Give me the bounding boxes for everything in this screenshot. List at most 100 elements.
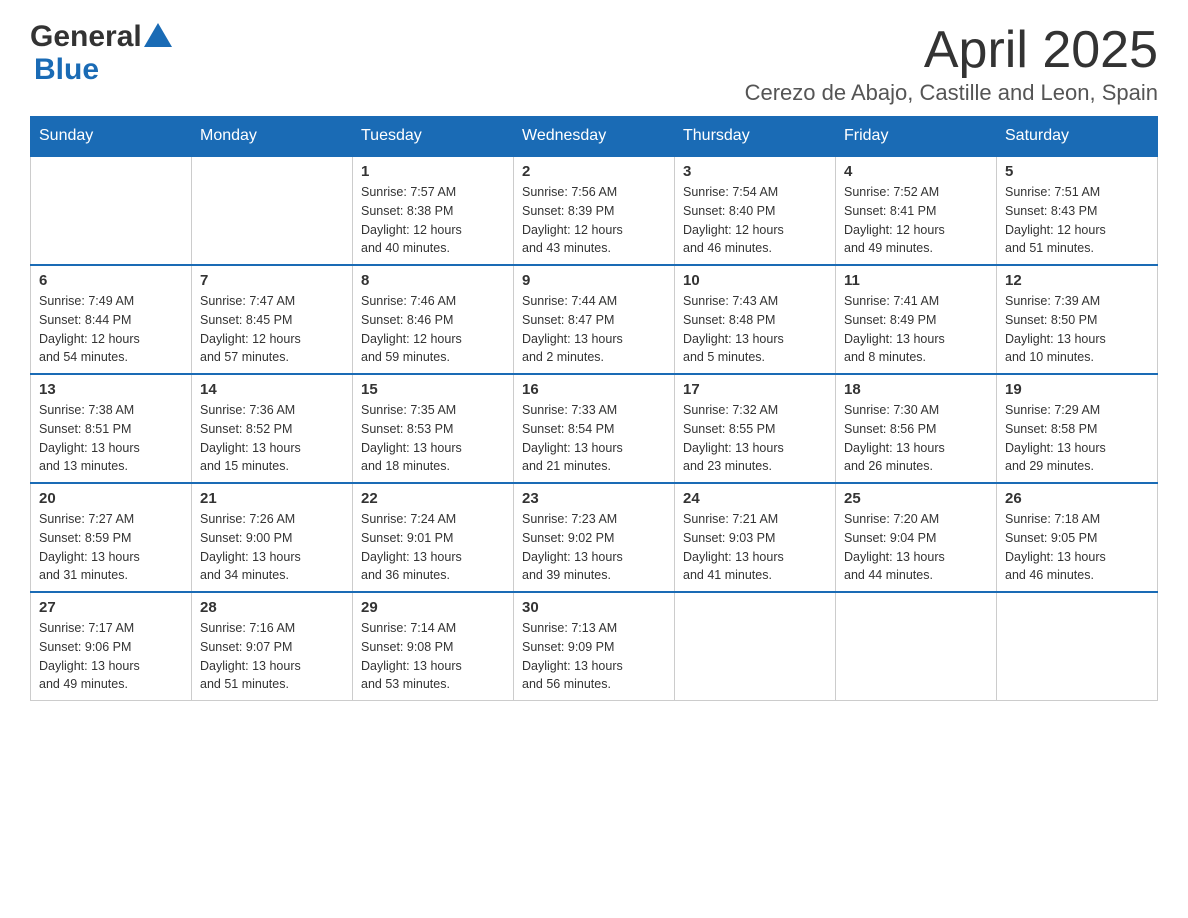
day-number: 16 (522, 381, 666, 398)
week-row-2: 6 Sunrise: 7:49 AM Sunset: 8:44 PM Daylig… (31, 265, 1158, 374)
day-number: 10 (683, 272, 827, 289)
day-number: 9 (522, 272, 666, 289)
day-number: 28 (200, 599, 344, 616)
day-number: 24 (683, 490, 827, 507)
day-info: Sunrise: 7:13 AM Sunset: 9:09 PM Dayligh… (522, 619, 666, 694)
day-info: Sunrise: 7:41 AM Sunset: 8:49 PM Dayligh… (844, 292, 988, 367)
location-title: Cerezo de Abajo, Castille and Leon, Spai… (745, 80, 1158, 106)
day-number: 17 (683, 381, 827, 398)
calendar-cell: 15Sunrise: 7:35 AM Sunset: 8:53 PM Dayli… (353, 374, 514, 483)
day-info: Sunrise: 7:39 AM Sunset: 8:50 PM Dayligh… (1005, 292, 1149, 367)
logo-triangle-icon (142, 21, 174, 53)
day-info: Sunrise: 7:43 AM Sunset: 8:48 PM Dayligh… (683, 292, 827, 367)
day-number: 7 (200, 272, 344, 289)
column-header-monday: Monday (192, 117, 353, 157)
week-row-3: 13 Sunrise: 7:38 AM Sunset: 8:51 PM Dayli… (31, 374, 1158, 483)
calendar-cell: 26 Sunrise: 7:18 AM Sunset: 9:05 PM Dayli… (997, 483, 1158, 592)
calendar-cell: 27 Sunrise: 7:17 AM Sunset: 9:06 PM Dayli… (31, 592, 192, 701)
day-number: 8 (361, 272, 505, 289)
column-header-friday: Friday (836, 117, 997, 157)
calendar-cell: 20 Sunrise: 7:27 AM Sunset: 8:59 PM Dayli… (31, 483, 192, 592)
calendar-cell: 7 Sunrise: 7:47 AM Sunset: 8:45 PM Daylig… (192, 265, 353, 374)
calendar-cell: 2 Sunrise: 7:56 AM Sunset: 8:39 PM Daylig… (514, 156, 675, 265)
day-info: Sunrise: 7:49 AM Sunset: 8:44 PM Dayligh… (39, 292, 183, 367)
day-number: 2 (522, 163, 666, 180)
calendar-cell: 10 Sunrise: 7:43 AM Sunset: 8:48 PM Dayli… (675, 265, 836, 374)
column-header-wednesday: Wednesday (514, 117, 675, 157)
day-info: Sunrise: 7:23 AM Sunset: 9:02 PM Dayligh… (522, 510, 666, 585)
calendar-cell: 11 Sunrise: 7:41 AM Sunset: 8:49 PM Dayli… (836, 265, 997, 374)
day-info: Sunrise: 7:14 AM Sunset: 9:08 PM Dayligh… (361, 619, 505, 694)
day-number: 18 (844, 381, 988, 398)
logo: GeneralBlue (30, 20, 174, 86)
column-header-tuesday: Tuesday (353, 117, 514, 157)
day-info: Sunrise: 7:54 AM Sunset: 8:40 PM Dayligh… (683, 183, 827, 258)
calendar-cell (192, 156, 353, 265)
calendar-cell: 18 Sunrise: 7:30 AM Sunset: 8:56 PM Dayli… (836, 374, 997, 483)
calendar-cell: 12Sunrise: 7:39 AM Sunset: 8:50 PM Dayli… (997, 265, 1158, 374)
day-info: Sunrise: 7:26 AM Sunset: 9:00 PM Dayligh… (200, 510, 344, 585)
day-info: Sunrise: 7:17 AM Sunset: 9:06 PM Dayligh… (39, 619, 183, 694)
day-number: 22 (361, 490, 505, 507)
day-number: 21 (200, 490, 344, 507)
day-number: 23 (522, 490, 666, 507)
title-block: April 2025 Cerezo de Abajo, Castille and… (745, 20, 1158, 106)
page-header: GeneralBlue April 2025 Cerezo de Abajo, … (30, 20, 1158, 106)
day-number: 20 (39, 490, 183, 507)
day-info: Sunrise: 7:27 AM Sunset: 8:59 PM Dayligh… (39, 510, 183, 585)
calendar-cell: 16 Sunrise: 7:33 AM Sunset: 8:54 PM Dayli… (514, 374, 675, 483)
calendar-cell (675, 592, 836, 701)
day-number: 5 (1005, 163, 1149, 180)
day-info: Sunrise: 7:30 AM Sunset: 8:56 PM Dayligh… (844, 401, 988, 476)
day-number: 25 (844, 490, 988, 507)
calendar-cell: 4Sunrise: 7:52 AM Sunset: 8:41 PM Daylig… (836, 156, 997, 265)
day-info: Sunrise: 7:51 AM Sunset: 8:43 PM Dayligh… (1005, 183, 1149, 258)
day-number: 26 (1005, 490, 1149, 507)
day-info: Sunrise: 7:18 AM Sunset: 9:05 PM Dayligh… (1005, 510, 1149, 585)
day-info: Sunrise: 7:44 AM Sunset: 8:47 PM Dayligh… (522, 292, 666, 367)
calendar-cell: 13 Sunrise: 7:38 AM Sunset: 8:51 PM Dayli… (31, 374, 192, 483)
calendar-cell: 14Sunrise: 7:36 AM Sunset: 8:52 PM Dayli… (192, 374, 353, 483)
day-number: 29 (361, 599, 505, 616)
logo-general-text: General (30, 20, 142, 53)
calendar-cell: 21 Sunrise: 7:26 AM Sunset: 9:00 PM Dayli… (192, 483, 353, 592)
logo-blue-text: Blue (30, 53, 99, 86)
calendar-cell: 19 Sunrise: 7:29 AM Sunset: 8:58 PM Dayli… (997, 374, 1158, 483)
day-number: 19 (1005, 381, 1149, 398)
calendar-cell (997, 592, 1158, 701)
calendar-cell (31, 156, 192, 265)
calendar-cell: 9 Sunrise: 7:44 AM Sunset: 8:47 PM Daylig… (514, 265, 675, 374)
calendar-cell: 24 Sunrise: 7:21 AM Sunset: 9:03 PM Dayli… (675, 483, 836, 592)
day-info: Sunrise: 7:33 AM Sunset: 8:54 PM Dayligh… (522, 401, 666, 476)
day-number: 14 (200, 381, 344, 398)
calendar-header-row: SundayMondayTuesdayWednesdayThursdayFrid… (31, 117, 1158, 157)
week-row-5: 27 Sunrise: 7:17 AM Sunset: 9:06 PM Dayli… (31, 592, 1158, 701)
column-header-sunday: Sunday (31, 117, 192, 157)
calendar-cell: 30Sunrise: 7:13 AM Sunset: 9:09 PM Dayli… (514, 592, 675, 701)
day-info: Sunrise: 7:38 AM Sunset: 8:51 PM Dayligh… (39, 401, 183, 476)
calendar-cell: 6 Sunrise: 7:49 AM Sunset: 8:44 PM Daylig… (31, 265, 192, 374)
day-info: Sunrise: 7:16 AM Sunset: 9:07 PM Dayligh… (200, 619, 344, 694)
day-info: Sunrise: 7:56 AM Sunset: 8:39 PM Dayligh… (522, 183, 666, 258)
calendar-cell: 28 Sunrise: 7:16 AM Sunset: 9:07 PM Dayli… (192, 592, 353, 701)
day-info: Sunrise: 7:46 AM Sunset: 8:46 PM Dayligh… (361, 292, 505, 367)
calendar-table: SundayMondayTuesdayWednesdayThursdayFrid… (30, 116, 1158, 701)
day-info: Sunrise: 7:47 AM Sunset: 8:45 PM Dayligh… (200, 292, 344, 367)
calendar-cell: 17Sunrise: 7:32 AM Sunset: 8:55 PM Dayli… (675, 374, 836, 483)
day-info: Sunrise: 7:29 AM Sunset: 8:58 PM Dayligh… (1005, 401, 1149, 476)
calendar-cell: 3 Sunrise: 7:54 AM Sunset: 8:40 PM Daylig… (675, 156, 836, 265)
day-info: Sunrise: 7:21 AM Sunset: 9:03 PM Dayligh… (683, 510, 827, 585)
calendar-cell: 25 Sunrise: 7:20 AM Sunset: 9:04 PM Dayli… (836, 483, 997, 592)
calendar-cell: 8 Sunrise: 7:46 AM Sunset: 8:46 PM Daylig… (353, 265, 514, 374)
day-info: Sunrise: 7:20 AM Sunset: 9:04 PM Dayligh… (844, 510, 988, 585)
day-number: 3 (683, 163, 827, 180)
day-number: 13 (39, 381, 183, 398)
day-number: 11 (844, 272, 988, 289)
calendar-cell: 29 Sunrise: 7:14 AM Sunset: 9:08 PM Dayli… (353, 592, 514, 701)
day-info: Sunrise: 7:57 AM Sunset: 8:38 PM Dayligh… (361, 183, 505, 258)
day-info: Sunrise: 7:35 AM Sunset: 8:53 PM Dayligh… (361, 401, 505, 476)
week-row-4: 20 Sunrise: 7:27 AM Sunset: 8:59 PM Dayli… (31, 483, 1158, 592)
day-number: 27 (39, 599, 183, 616)
day-info: Sunrise: 7:52 AM Sunset: 8:41 PM Dayligh… (844, 183, 988, 258)
day-number: 6 (39, 272, 183, 289)
